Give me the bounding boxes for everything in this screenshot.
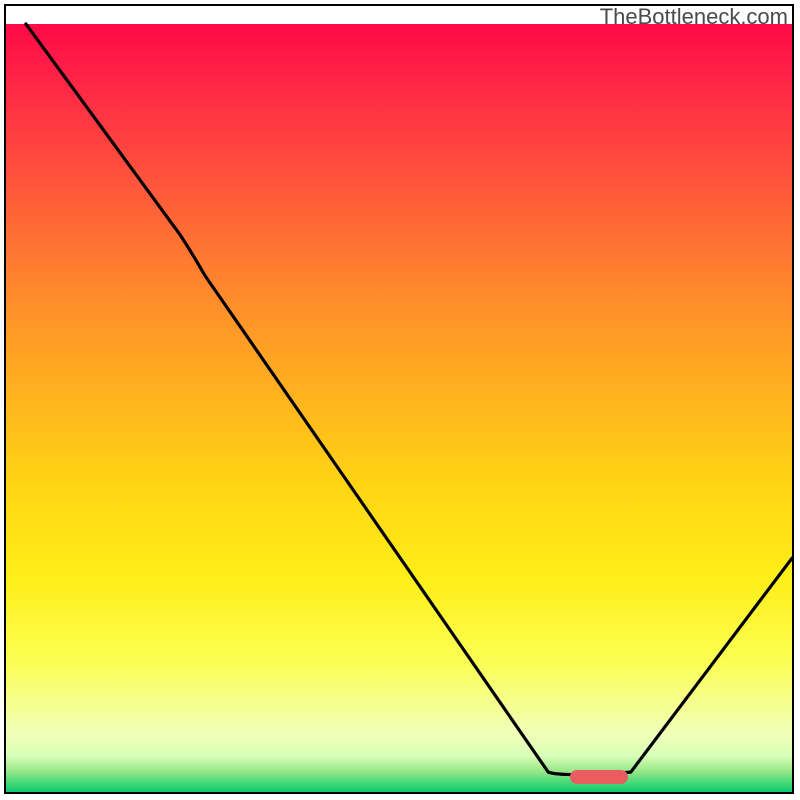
bottleneck-curve	[26, 24, 792, 775]
curve-svg	[6, 6, 792, 792]
target-marker-pill	[570, 770, 628, 784]
chart-frame: TheBottleneck.com	[4, 4, 794, 794]
watermark-text: TheBottleneck.com	[600, 4, 788, 30]
